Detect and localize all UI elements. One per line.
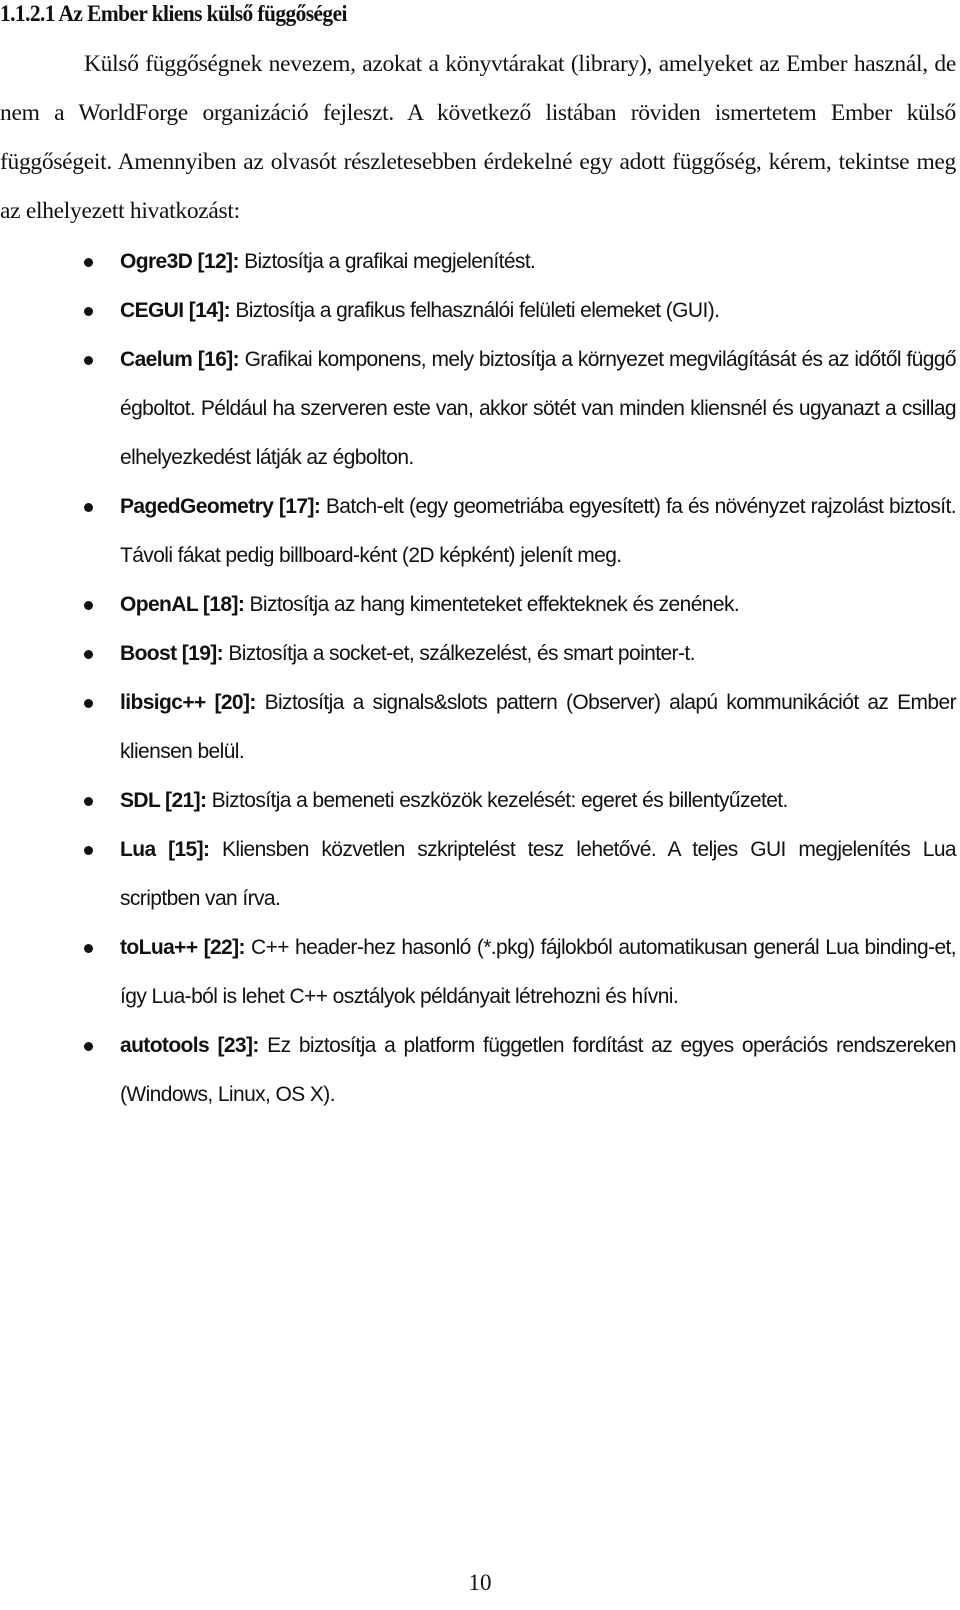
bullet-icon bbox=[84, 307, 93, 316]
dependency-name: SDL [21]: bbox=[120, 789, 207, 812]
dependency-name: Lua [15]: bbox=[120, 838, 210, 861]
dependency-list: Ogre3D [12]: Biztosítja a grafikai megje… bbox=[0, 237, 957, 1119]
list-item: Lua [15]: Kliensben közvetlen szkriptelé… bbox=[0, 825, 957, 923]
dependency-description: Grafikai komponens, mely biztosítja a kö… bbox=[120, 348, 957, 469]
section-heading: 1.1.2.1 Az Ember kliens külső függőségei bbox=[0, 1, 347, 26]
dependency-description: Biztosítja a socket-et, szálkezelést, és… bbox=[223, 642, 695, 665]
bullet-icon bbox=[84, 1042, 93, 1051]
bullet-icon bbox=[84, 258, 93, 267]
list-item: Caelum [16]: Grafikai komponens, mely bi… bbox=[0, 335, 957, 482]
dependency-description: Biztosítja az hang kimenteteket effektek… bbox=[244, 593, 740, 616]
bullet-icon bbox=[84, 699, 93, 708]
dependency-description: Biztosítja a grafikus felhasználói felül… bbox=[230, 299, 720, 322]
dependency-description: C++ header-hez hasonló (*.pkg) fájlokból… bbox=[120, 936, 957, 1008]
bullet-icon bbox=[84, 503, 93, 512]
dependency-name: PagedGeometry [17]: bbox=[120, 495, 321, 518]
page-number: 10 bbox=[468, 1570, 492, 1595]
dependency-description: Biztosítja a grafikai megjelenítést. bbox=[238, 250, 536, 273]
list-item: toLua++ [22]: C++ header-hez hasonló (*.… bbox=[0, 923, 957, 1021]
bullet-icon bbox=[84, 797, 93, 806]
bullet-icon bbox=[84, 650, 93, 659]
bullet-icon bbox=[84, 356, 93, 365]
list-item: Boost [19]: Biztosítja a socket-et, szál… bbox=[0, 629, 956, 678]
list-item: Ogre3D [12]: Biztosítja a grafikai megje… bbox=[0, 237, 956, 286]
dependency-name: Caelum [16]: bbox=[120, 348, 240, 371]
dependency-name: CEGUI [14]: bbox=[120, 299, 231, 322]
list-item: CEGUI [14]: Biztosítja a grafikus felhas… bbox=[0, 286, 956, 335]
dependency-name: autotools [23]: bbox=[120, 1034, 259, 1057]
intro-paragraph: Külső függőségnek nevezem, azokat a köny… bbox=[0, 51, 956, 224]
dependency-name: Ogre3D [12]: bbox=[120, 250, 239, 273]
list-item: libsigc++ [20]: Biztosítja a signals&slo… bbox=[0, 678, 957, 776]
dependency-description: Biztosítja a bemeneti eszközök kezelését… bbox=[206, 789, 789, 812]
bullet-icon bbox=[84, 846, 93, 855]
dependency-name: Boost [19]: bbox=[120, 642, 224, 665]
bullet-icon bbox=[84, 944, 93, 953]
dependency-name: libsigc++ [20]: bbox=[120, 691, 256, 714]
list-item: OpenAL [18]: Biztosítja az hang kimentet… bbox=[0, 580, 956, 629]
bullet-icon bbox=[84, 601, 93, 610]
dependency-name: toLua++ [22]: bbox=[120, 936, 246, 959]
list-item: autotools [23]: Ez biztosítja a platform… bbox=[0, 1021, 957, 1119]
list-item: PagedGeometry [17]: Batch-elt (egy geome… bbox=[0, 482, 957, 580]
dependency-name: OpenAL [18]: bbox=[120, 593, 245, 616]
list-item: SDL [21]: Biztosítja a bemeneti eszközök… bbox=[0, 776, 956, 825]
dependency-description: Kliensben közvetlen szkriptelést tesz le… bbox=[120, 838, 957, 910]
